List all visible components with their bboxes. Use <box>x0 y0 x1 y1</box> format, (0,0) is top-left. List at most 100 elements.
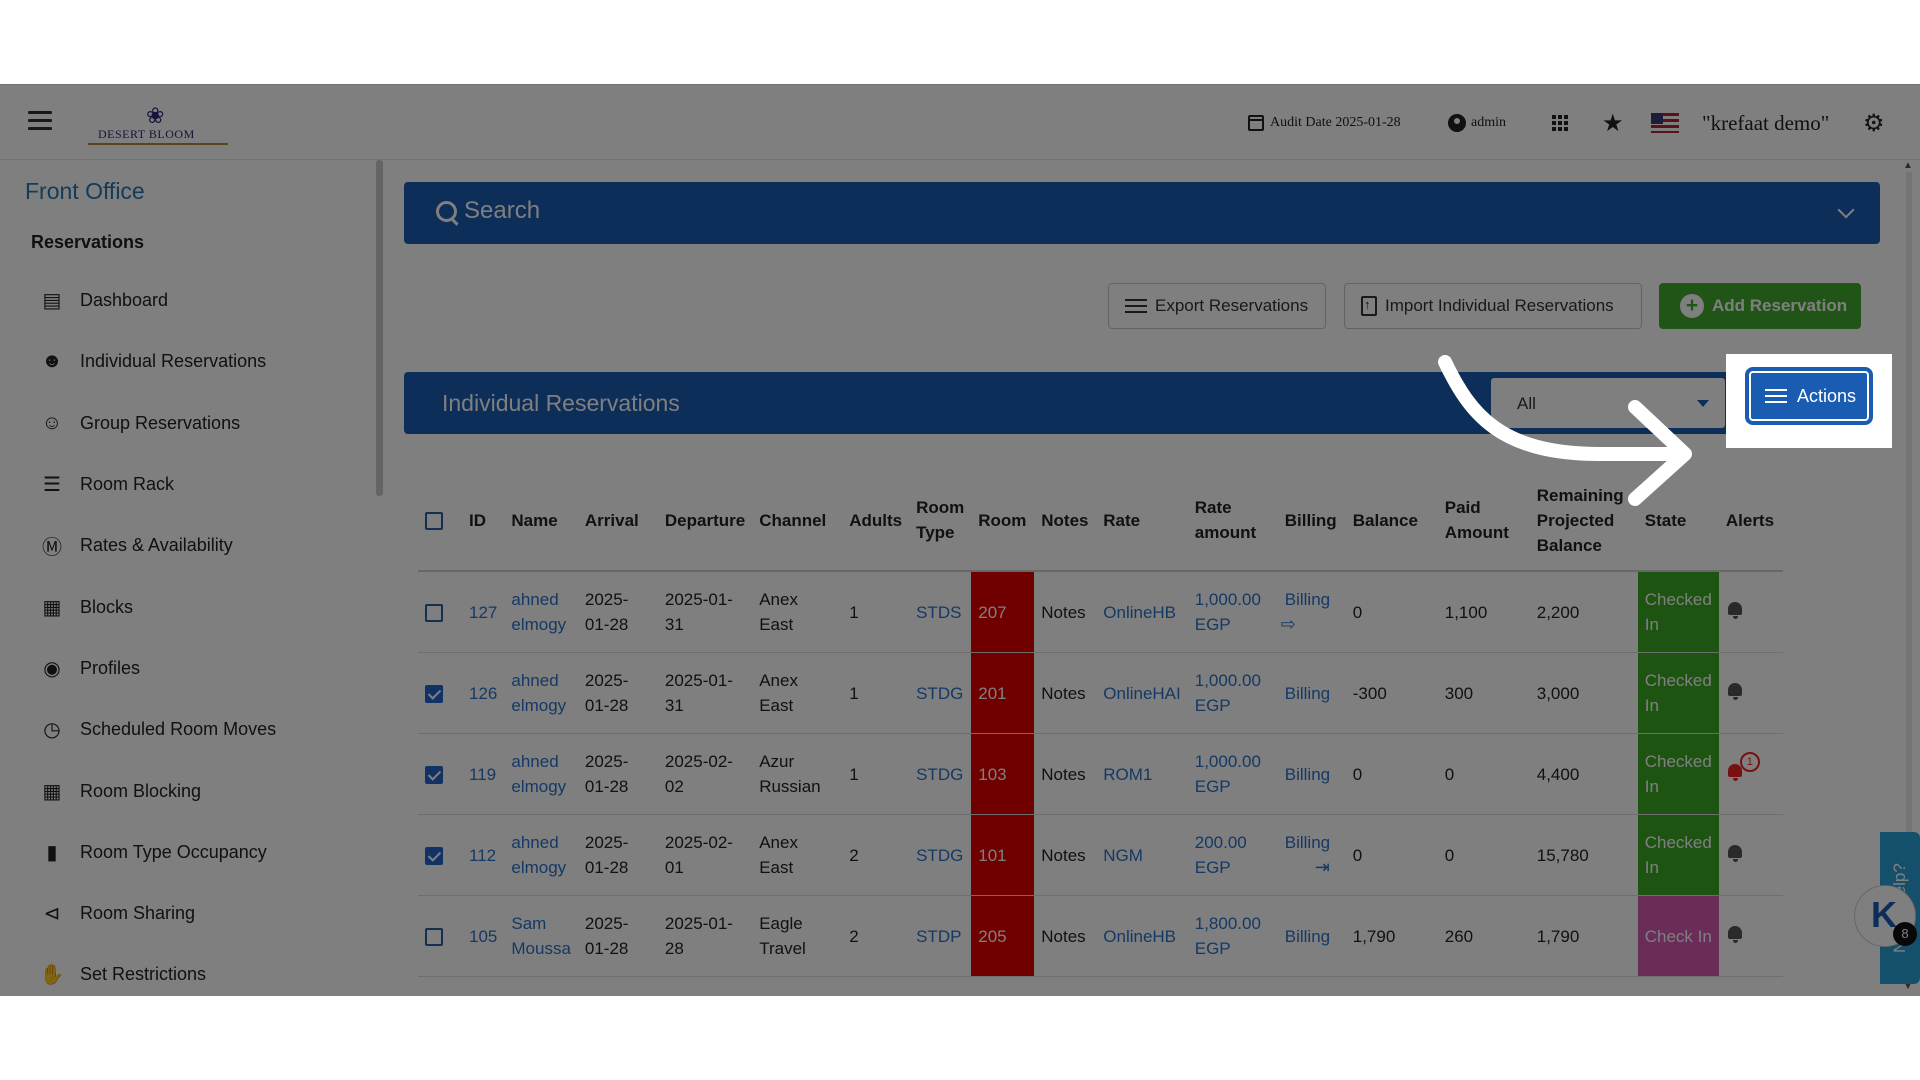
room-number[interactable]: 207 <box>971 571 1035 653</box>
notes-link[interactable]: Notes <box>1034 733 1097 815</box>
billing-link[interactable]: Billing <box>1285 590 1330 609</box>
sidebar-item-room-blocking[interactable]: ▦ Room Blocking <box>0 760 380 821</box>
rate-link[interactable]: NGM <box>1096 814 1188 896</box>
sidebar-item-profiles[interactable]: ◉ Profiles <box>0 638 380 699</box>
search-panel-header[interactable]: Search <box>404 182 1880 244</box>
room-type-link[interactable]: STDS <box>909 571 972 653</box>
sidebar-item-rates-availability[interactable]: Ⓜ Rates & Availability <box>0 515 380 576</box>
reservation-id-link[interactable]: 112 <box>462 814 505 896</box>
bell-icon[interactable] <box>1726 843 1744 862</box>
chat-widget-button[interactable]: K 8 <box>1854 885 1917 947</box>
room-number[interactable]: 101 <box>971 814 1035 896</box>
room-number[interactable]: 201 <box>971 652 1035 734</box>
col-arrival[interactable]: Arrival <box>577 470 658 572</box>
sidebar-item-group-reservations[interactable]: ☺ Group Reservations <box>0 393 380 454</box>
room-number[interactable]: 103 <box>971 733 1035 815</box>
status-badge[interactable]: Checked In <box>1637 571 1719 653</box>
rate-link[interactable]: OnlineHB <box>1096 571 1188 653</box>
audit-date[interactable]: Audit Date 2025-01-28 <box>1248 85 1401 161</box>
rate-amount[interactable]: 1,800.00 EGP <box>1187 895 1278 977</box>
reservation-id-link[interactable]: 119 <box>462 733 505 815</box>
row-checkbox[interactable] <box>425 847 443 866</box>
apps-grid-icon[interactable] <box>1552 85 1568 161</box>
guest-name-link[interactable]: ahned elmogy <box>504 571 578 653</box>
table-row[interactable]: 127 ahned elmogy 2025-01-28 2025-01-31 A… <box>418 571 1783 653</box>
table-row[interactable]: 105 Sam Moussa 2025-01-28 2025-01-28 Eag… <box>418 895 1783 977</box>
room-type-link[interactable]: STDG <box>909 652 972 734</box>
star-icon[interactable]: ★ <box>1602 85 1624 161</box>
sidebar-item-room-rack[interactable]: ☰ Room Rack <box>0 454 380 515</box>
room-type-link[interactable]: STDG <box>909 733 972 815</box>
rate-link[interactable]: OnlineHB <box>1096 895 1188 977</box>
room-type-link[interactable]: STDP <box>909 895 972 977</box>
col-adults[interactable]: Adults <box>842 470 910 572</box>
organization-name[interactable]: "krefaat demo" <box>1702 85 1829 161</box>
select-all-checkbox[interactable] <box>425 512 443 531</box>
sidebar-scrollbar[interactable] <box>376 160 383 496</box>
status-badge[interactable]: Checked In <box>1637 652 1719 734</box>
notes-link[interactable]: Notes <box>1034 571 1097 653</box>
table-row[interactable]: 119 ahned elmogy 2025-01-28 2025-02-02 A… <box>418 733 1783 815</box>
room-type-link[interactable]: STDG <box>909 814 972 896</box>
notes-link[interactable]: Notes <box>1034 652 1097 734</box>
table-row[interactable]: 112 ahned elmogy 2025-01-28 2025-02-01 A… <box>418 814 1783 896</box>
guest-name-link[interactable]: Sam Moussa <box>504 895 578 977</box>
notes-link[interactable]: Notes <box>1034 814 1097 896</box>
col-id[interactable]: ID <box>462 470 505 572</box>
sidebar-item-room-sharing[interactable]: ⊲ Room Sharing <box>0 883 380 944</box>
user-menu[interactable]: admin <box>1448 85 1506 161</box>
row-checkbox[interactable] <box>425 604 443 623</box>
col-name[interactable]: Name <box>504 470 578 572</box>
reservation-id-link[interactable]: 105 <box>462 895 505 977</box>
col-room[interactable]: Room <box>971 470 1035 572</box>
sidebar-item-set-restrictions[interactable]: ✋ Set Restrictions <box>0 944 380 996</box>
row-checkbox[interactable] <box>425 685 443 704</box>
checkout-exit-icon[interactable]: ⇨ <box>1281 612 1296 637</box>
billing-link[interactable]: Billing <box>1285 833 1330 852</box>
guest-name-link[interactable]: ahned elmogy <box>504 652 578 734</box>
bell-icon[interactable] <box>1726 600 1744 619</box>
bell-icon[interactable] <box>1726 681 1744 700</box>
status-badge[interactable]: Checked In <box>1637 733 1719 815</box>
checkin-enter-icon[interactable]: ⇥ <box>1315 855 1330 880</box>
col-room-type[interactable]: Room Type <box>909 470 972 572</box>
hotel-logo[interactable]: ❀ DESERT BLOOM <box>88 105 228 147</box>
add-reservation-button[interactable]: + Add Reservation <box>1659 283 1861 329</box>
sidebar-item-room-type-occupancy[interactable]: ▮ Room Type Occupancy <box>0 822 380 883</box>
sidebar-item-individual-reservations[interactable]: ☻ Individual Reservations <box>0 331 380 392</box>
col-channel[interactable]: Channel <box>752 470 843 572</box>
room-number[interactable]: 205 <box>971 895 1035 977</box>
status-badge[interactable]: Check In <box>1637 895 1719 977</box>
rate-link[interactable]: OnlineHAI <box>1096 652 1188 734</box>
col-notes[interactable]: Notes <box>1034 470 1097 572</box>
status-badge[interactable]: Checked In <box>1637 814 1719 896</box>
row-checkbox[interactable] <box>425 928 443 947</box>
sidebar-item-dashboard[interactable]: ▤ Dashboard <box>0 270 380 331</box>
guest-name-link[interactable]: ahned elmogy <box>504 814 578 896</box>
billing-link[interactable]: Billing <box>1285 927 1330 946</box>
rate-link[interactable]: ROM1 <box>1096 733 1188 815</box>
actions-button[interactable]: Actions <box>1749 371 1869 421</box>
gear-icon[interactable]: ⚙ <box>1863 85 1885 161</box>
col-alerts[interactable]: Alerts <box>1718 470 1783 572</box>
import-reservations-button[interactable]: Import Individual Reservations <box>1344 283 1642 329</box>
rate-amount[interactable]: 1,000.00 EGP <box>1187 652 1278 734</box>
col-balance[interactable]: Balance <box>1345 470 1438 572</box>
col-rate-amount[interactable]: Rate amount <box>1187 470 1278 572</box>
guest-name-link[interactable]: ahned elmogy <box>504 733 578 815</box>
export-reservations-button[interactable]: Export Reservations <box>1108 283 1326 329</box>
reservation-id-link[interactable]: 127 <box>462 571 505 653</box>
notes-link[interactable]: Notes <box>1034 895 1097 977</box>
bell-alert-icon[interactable]: 1 <box>1726 751 1760 781</box>
col-departure[interactable]: Departure <box>657 470 753 572</box>
menu-icon[interactable] <box>28 111 52 131</box>
table-row[interactable]: 126 ahned elmogy 2025-01-28 2025-01-31 A… <box>418 652 1783 734</box>
rate-amount[interactable]: 1,000.00 EGP <box>1187 733 1278 815</box>
sidebar-item-scheduled-room-moves[interactable]: ◷ Scheduled Room Moves <box>0 699 380 760</box>
rate-amount[interactable]: 1,000.00 EGP <box>1187 571 1278 653</box>
us-flag-icon[interactable] <box>1651 85 1679 161</box>
bell-icon[interactable] <box>1726 924 1744 943</box>
billing-link[interactable]: Billing <box>1285 765 1330 784</box>
sidebar-item-blocks[interactable]: ▦ Blocks <box>0 576 380 637</box>
chevron-down-icon[interactable] <box>1837 201 1855 219</box>
